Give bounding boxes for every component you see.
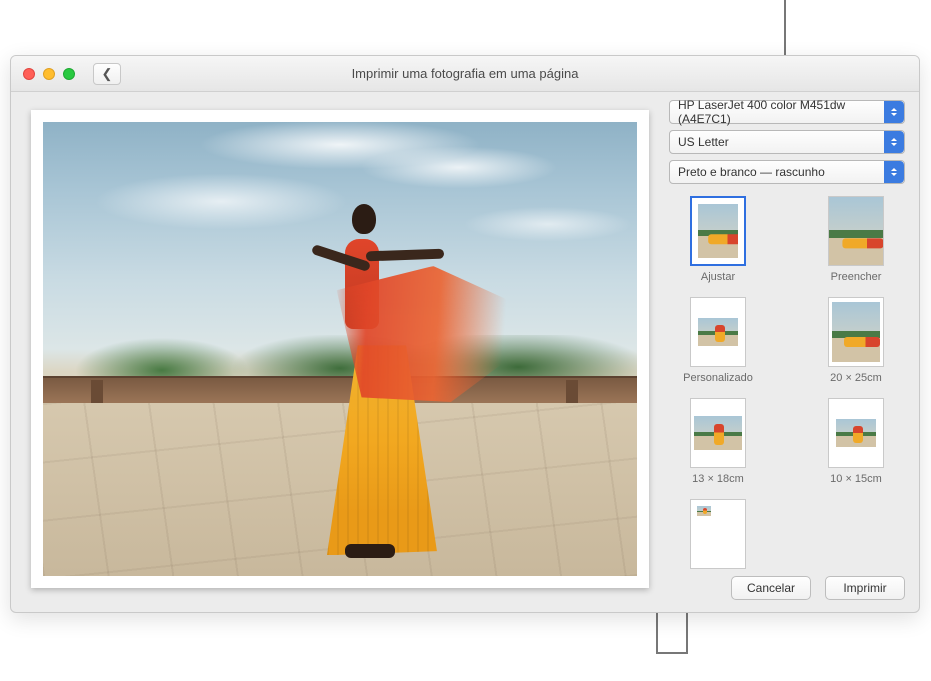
format-grid: Ajustar Preencher Personalizado 20 × 25c…	[669, 196, 905, 574]
callout-line-top	[784, 0, 786, 55]
printer-select[interactable]: HP LaserJet 400 color M451dw (A4E7C1)	[669, 100, 905, 124]
print-preview-photo	[43, 122, 637, 576]
print-preview-page	[31, 110, 649, 588]
dropdown-icon	[884, 161, 904, 183]
callout-line-bottom-h	[656, 652, 688, 654]
format-option-fill[interactable]: Preencher	[807, 196, 905, 283]
format-label: 20 × 25cm	[830, 372, 882, 384]
format-option-13x18[interactable]: 13 × 18cm	[669, 398, 767, 485]
dropdown-icon	[884, 131, 904, 153]
format-label: 10 × 15cm	[830, 473, 882, 485]
cancel-button[interactable]: Cancelar	[731, 576, 811, 600]
format-option-fit[interactable]: Ajustar	[669, 196, 767, 283]
chevron-left-icon: ❮	[102, 66, 113, 82]
format-label: Personalizado	[683, 372, 753, 384]
dialog-content: HP LaserJet 400 color M451dw (A4E7C1) US…	[11, 92, 919, 612]
back-button[interactable]: ❮	[93, 63, 121, 85]
format-label: 13 × 18cm	[692, 473, 744, 485]
format-option-custom[interactable]: Personalizado	[669, 297, 767, 384]
format-option-contact-sheet[interactable]	[669, 499, 767, 574]
window-controls	[23, 68, 75, 80]
format-label: Ajustar	[701, 271, 735, 283]
print-dialog-window: ❮ Imprimir uma fotografia em uma página	[10, 55, 920, 613]
paper-size-value: US Letter	[678, 135, 729, 149]
quality-select[interactable]: Preto e branco — rascunho	[669, 160, 905, 184]
close-window-button[interactable]	[23, 68, 35, 80]
dropdown-icon	[884, 101, 904, 123]
dialog-buttons: Cancelar Imprimir	[669, 576, 905, 600]
format-label: Preencher	[831, 271, 882, 283]
format-option-20x25[interactable]: 20 × 25cm	[807, 297, 905, 384]
format-option-10x15[interactable]: 10 × 15cm	[807, 398, 905, 485]
print-options-panel: HP LaserJet 400 color M451dw (A4E7C1) US…	[669, 100, 905, 600]
quality-value: Preto e branco — rascunho	[678, 165, 825, 179]
minimize-window-button[interactable]	[43, 68, 55, 80]
zoom-window-button[interactable]	[63, 68, 75, 80]
printer-select-value: HP LaserJet 400 color M451dw (A4E7C1)	[678, 98, 896, 126]
paper-size-select[interactable]: US Letter	[669, 130, 905, 154]
titlebar: ❮ Imprimir uma fotografia em uma página	[11, 56, 919, 92]
window-title: Imprimir uma fotografia em uma página	[352, 66, 579, 81]
print-button[interactable]: Imprimir	[825, 576, 905, 600]
